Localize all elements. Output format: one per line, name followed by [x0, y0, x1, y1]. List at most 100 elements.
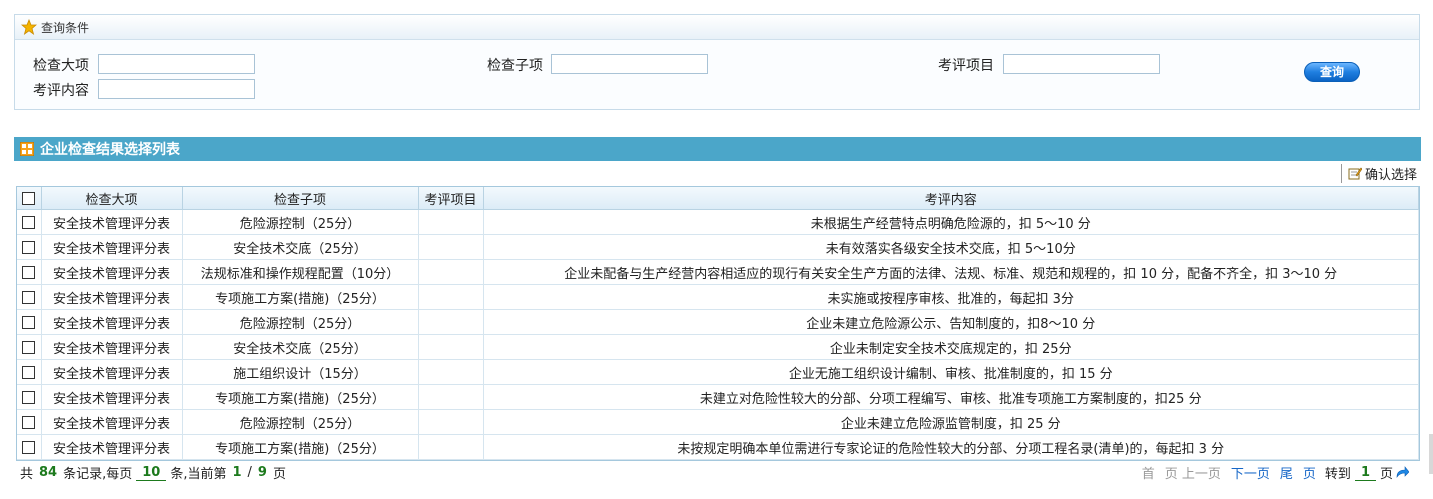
row-checkbox[interactable] [22, 340, 36, 354]
cell-eval-item [418, 409, 484, 435]
confirm-selection-button[interactable]: 确认选择 [1340, 163, 1421, 183]
column-header[interactable]: 考评内容 [483, 187, 1419, 210]
cell-check-sub: 危险源控制（25分） [182, 209, 419, 235]
cell-eval-content: 企业未配备与生产经营内容相适应的现行有关安全生产方面的法律、法规、标准、规范和规… [483, 259, 1419, 285]
first-page-link: 首 [1141, 467, 1155, 482]
query-header-label: 查询条件 [41, 20, 90, 35]
search-button[interactable]: 查询 [1304, 62, 1360, 82]
last-page-link[interactable]: 尾 [1280, 463, 1293, 482]
goto-suffix: 页 [1379, 467, 1393, 482]
cell-eval-item [418, 234, 484, 260]
table-row[interactable]: 安全技术管理评分表 危险源控制（25分） 企业未建立危险源公示、告知制度的，扣8～1… [17, 309, 1419, 335]
row-checkbox[interactable] [22, 365, 36, 379]
cell-check-major: 安全技术管理评分表 [41, 309, 183, 335]
per-page-input[interactable]: 10 [136, 465, 167, 481]
check-major-input[interactable] [98, 54, 255, 74]
cell-check-sub: 危险源控制（25分） [182, 409, 419, 435]
row-select-cell [17, 359, 42, 385]
cell-eval-content: 未根据生产经营特点明确危险源的，扣 5～10 分 [483, 209, 1419, 235]
row-select-cell [17, 384, 42, 410]
eval-item-label: 考评项目 [938, 58, 994, 74]
goto-label: 转到 [1324, 467, 1351, 482]
table-row[interactable]: 安全技术管理评分表 法规标准和操作规程配置（10分） 企业未配备与生产经营内容相适应… [17, 259, 1419, 285]
select-all-cell [17, 187, 42, 210]
star-icon [21, 19, 37, 35]
list-title-bar: 企业检查结果选择列表 [14, 137, 1421, 161]
list-title: 企业检查结果选择列表 [40, 142, 180, 158]
table-row[interactable]: 安全技术管理评分表 施工组织设计（15分） 企业无施工组织设计编制、审核、批准制度的… [17, 359, 1419, 385]
edit-icon [1348, 167, 1362, 180]
column-header[interactable]: 检查子项 [182, 187, 419, 210]
cell-check-sub: 法规标准和操作规程配置（10分） [182, 259, 419, 285]
goto-page-input[interactable]: 1 [1354, 465, 1376, 481]
query-panel: 查询条件 检查大项 检查子项 考评项目 考评内容 查询 [14, 14, 1420, 110]
pager-total: 84 [39, 465, 58, 480]
cell-eval-item [418, 334, 484, 360]
column-header[interactable]: 考评项目 [418, 187, 484, 210]
go-arrow-icon[interactable] [1395, 465, 1409, 480]
grid-icon [20, 142, 34, 156]
prev-page-link: 页 上一页 [1164, 467, 1221, 482]
row-select-cell [17, 434, 42, 460]
cell-check-sub: 危险源控制（25分） [182, 309, 419, 335]
row-checkbox[interactable] [22, 390, 36, 404]
cell-check-major: 安全技术管理评分表 [41, 259, 183, 285]
check-sub-label: 检查子项 [487, 58, 543, 74]
eval-content-input[interactable] [98, 79, 255, 99]
cell-eval-content: 未实施或按程序审核、批准的，每起扣 3分 [483, 284, 1419, 310]
eval-item-input[interactable] [1003, 54, 1160, 74]
cell-check-major: 安全技术管理评分表 [41, 359, 183, 385]
cell-eval-item [418, 209, 484, 235]
row-checkbox[interactable] [22, 265, 36, 279]
cell-eval-content: 未建立对危险性较大的分部、分项工程编写、审核、批准专项施工方案制度的，扣25 分 [483, 384, 1419, 410]
pager-pages: 9 [257, 465, 267, 480]
next-page-link[interactable]: 下一页 [1231, 463, 1270, 482]
pager-slash: / [247, 465, 252, 480]
cell-check-major: 安全技术管理评分表 [41, 334, 183, 360]
scrollbar[interactable] [1429, 434, 1433, 474]
confirm-selection-label: 确认选择 [1364, 167, 1417, 183]
cell-eval-item [418, 384, 484, 410]
table-row[interactable]: 安全技术管理评分表 专项施工方案(措施)（25分） 未建立对危险性较大的分部、分项工… [17, 384, 1419, 410]
check-major-label: 检查大项 [33, 58, 89, 74]
cell-eval-item [418, 434, 484, 460]
row-select-cell [17, 209, 42, 235]
table-row[interactable]: 安全技术管理评分表 安全技术交底（25分） 未有效落实各级安全技术交底，扣 5～10… [17, 234, 1419, 260]
cell-eval-item [418, 309, 484, 335]
table-row[interactable]: 安全技术管理评分表 危险源控制（25分） 未根据生产经营特点明确危险源的，扣 5～1… [17, 209, 1419, 235]
cell-check-sub: 安全技术交底（25分） [182, 234, 419, 260]
cell-check-sub: 专项施工方案(措施)（25分） [182, 434, 419, 460]
cell-check-major: 安全技术管理评分表 [41, 434, 183, 460]
table-row[interactable]: 安全技术管理评分表 专项施工方案(措施)（25分） 未按规定明确本单位需进行专家论证… [17, 434, 1419, 460]
cell-eval-item [418, 259, 484, 285]
row-checkbox[interactable] [22, 215, 36, 229]
cell-check-sub: 安全技术交底（25分） [182, 334, 419, 360]
last-page-suffix[interactable]: 页 [1303, 463, 1316, 482]
cell-eval-item [418, 284, 484, 310]
cell-eval-item [418, 359, 484, 385]
row-checkbox[interactable] [22, 440, 36, 454]
cell-check-major: 安全技术管理评分表 [41, 209, 183, 235]
row-checkbox[interactable] [22, 315, 36, 329]
table-row[interactable]: 安全技术管理评分表 安全技术交底（25分） 企业未制定安全技术交底规定的，扣 25分 [17, 334, 1419, 360]
row-select-cell [17, 234, 42, 260]
column-header[interactable]: 检查大项 [41, 187, 183, 210]
cell-eval-content: 未有效落实各级安全技术交底，扣 5～10分 [483, 234, 1419, 260]
row-checkbox[interactable] [22, 290, 36, 304]
cell-check-major: 安全技术管理评分表 [41, 284, 183, 310]
pager-page-suffix: 页 [272, 467, 286, 482]
table-row[interactable]: 安全技术管理评分表 危险源控制（25分） 企业未建立危险源监管制度，扣 25 分 [17, 409, 1419, 435]
check-sub-input[interactable] [551, 54, 708, 74]
row-checkbox[interactable] [22, 415, 36, 429]
eval-content-label: 考评内容 [33, 83, 89, 99]
pager-per-page-prefix: 条记录,每页 [63, 467, 133, 482]
cell-eval-content: 未按规定明确本单位需进行专家论证的危险性较大的分部、分项工程名录(清单)的，每起… [483, 434, 1419, 460]
select-all-checkbox[interactable] [22, 191, 36, 205]
table-row[interactable]: 安全技术管理评分表 专项施工方案(措施)（25分） 未实施或按程序审核、批准的，每起… [17, 284, 1419, 310]
cell-eval-content: 企业未建立危险源监管制度，扣 25 分 [483, 409, 1419, 435]
pager-total-prefix: 共 [20, 467, 34, 482]
pager-current: 1 [232, 465, 242, 480]
row-select-cell [17, 409, 42, 435]
row-checkbox[interactable] [22, 240, 36, 254]
cell-eval-content: 企业未制定安全技术交底规定的，扣 25分 [483, 334, 1419, 360]
